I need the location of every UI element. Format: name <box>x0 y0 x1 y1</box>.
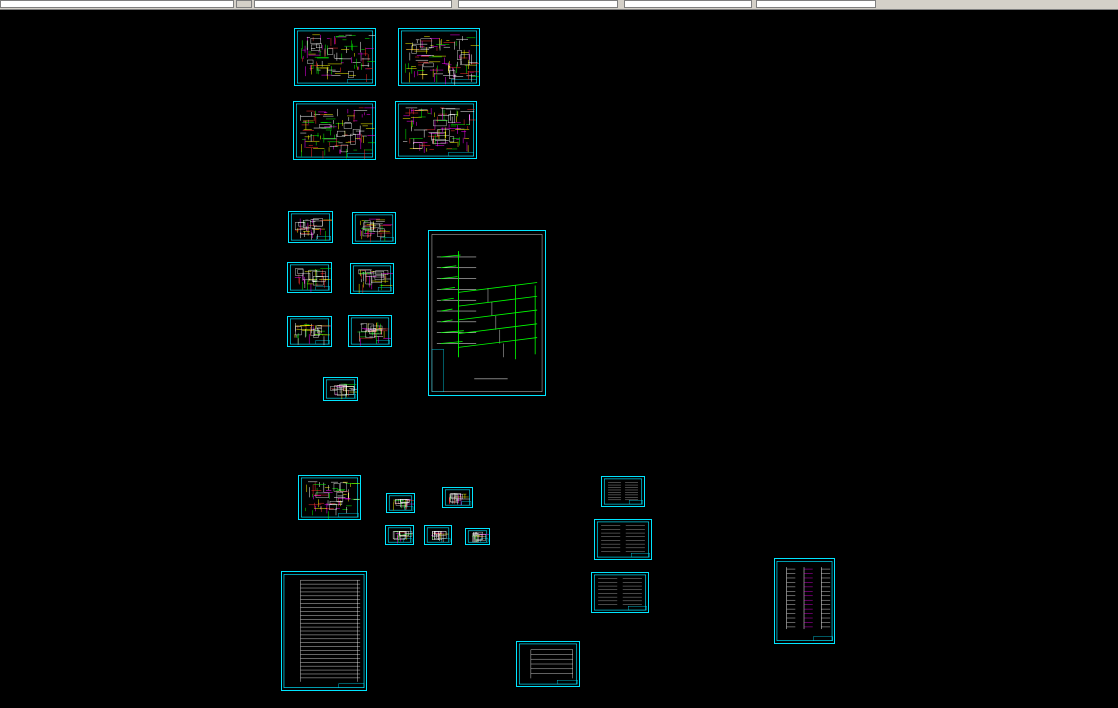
drawing-sheet-small-plan-2[interactable] <box>352 212 396 244</box>
sheet-linework <box>352 265 393 293</box>
drawing-sheet-plan-1[interactable] <box>294 28 376 86</box>
drawing-sheet-detail-4[interactable] <box>385 525 414 545</box>
toolbar-field-5[interactable] <box>756 0 876 8</box>
sheet-linework <box>596 521 650 558</box>
sheet-linework <box>283 574 365 688</box>
sheet-linework <box>289 264 331 292</box>
sheet-linework <box>297 30 375 84</box>
drawing-sheet-site-plan[interactable] <box>298 475 361 520</box>
drawing-sheet-detail-3[interactable] <box>442 487 473 508</box>
sheet-linework <box>300 477 360 519</box>
sheet-linework <box>518 643 578 685</box>
toolbar-field-3[interactable] <box>458 0 618 8</box>
sheet-linework <box>350 317 391 346</box>
sheet-linework <box>431 234 543 392</box>
drawing-sheet-detail-6[interactable] <box>465 528 490 545</box>
toolbar-field-1[interactable] <box>0 0 234 8</box>
drawing-sheet-small-plan-5[interactable] <box>287 316 332 347</box>
toolbar-field-2[interactable] <box>254 0 452 8</box>
sheet-linework <box>603 478 643 505</box>
drawing-sheet-notes-2[interactable] <box>594 519 652 560</box>
drawing-sheet-small-plan-1[interactable] <box>288 211 333 243</box>
drawing-sheet-plan-4[interactable] <box>395 101 477 159</box>
drawing-canvas[interactable] <box>0 10 1118 708</box>
sheet-linework <box>444 489 472 506</box>
sheet-linework <box>325 379 357 400</box>
sheet-linework <box>388 495 414 511</box>
sheet-linework <box>398 103 476 157</box>
drawing-sheet-detail-5[interactable] <box>424 525 452 545</box>
sheet-linework <box>776 561 834 641</box>
drawing-sheet-legend-sheet[interactable] <box>516 641 580 687</box>
drawing-sheet-detail-2[interactable] <box>386 493 415 513</box>
toolbar-field-4[interactable] <box>624 0 752 8</box>
drawing-sheet-small-plan-3[interactable] <box>287 262 332 293</box>
sheet-linework <box>401 30 479 85</box>
sheet-linework <box>467 530 489 543</box>
drawing-sheet-riser-diagram[interactable] <box>428 230 546 396</box>
sheet-linework <box>290 213 332 241</box>
drawing-sheet-small-plan-6[interactable] <box>348 315 392 347</box>
drawing-sheet-system-diagram[interactable] <box>774 558 835 644</box>
drawing-sheet-small-plan-4[interactable] <box>350 263 394 294</box>
drawing-sheet-notes-3[interactable] <box>591 572 649 613</box>
sheet-linework <box>426 527 451 543</box>
drawing-sheet-schedule-table[interactable] <box>281 571 367 691</box>
sheet-linework <box>289 318 331 346</box>
sheet-linework <box>354 214 394 243</box>
dropdown-arrow-icon[interactable] <box>236 0 252 8</box>
drawing-sheet-notes-1[interactable] <box>601 476 645 507</box>
sheet-linework <box>387 527 413 544</box>
toolbar <box>0 0 1118 10</box>
sheet-linework <box>296 103 375 159</box>
drawing-sheet-detail-1[interactable] <box>323 377 358 401</box>
sheet-linework <box>593 574 647 611</box>
drawing-sheet-plan-3[interactable] <box>293 101 376 160</box>
drawing-sheet-plan-2[interactable] <box>398 28 480 86</box>
